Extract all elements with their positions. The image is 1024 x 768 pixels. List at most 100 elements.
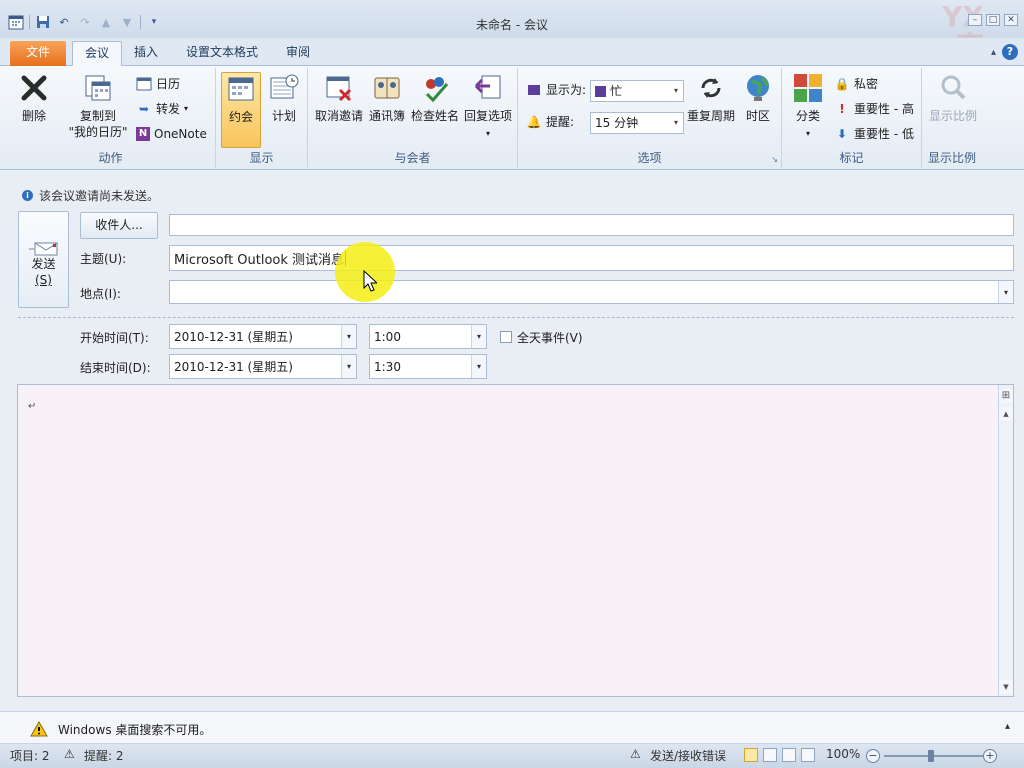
- scheduling-icon: [270, 74, 299, 99]
- scroll-down-icon[interactable]: ▼: [999, 680, 1013, 694]
- check-names-icon: [425, 77, 449, 103]
- zoom-out-button[interactable]: −: [866, 749, 880, 763]
- chevron-down-icon: ▾: [805, 129, 810, 138]
- end-date-value: 2010-12-31 (星期五): [174, 360, 293, 374]
- send-button[interactable]: 发送 (S): [18, 211, 69, 308]
- appointment-button[interactable]: 约会: [221, 72, 261, 148]
- warning-icon: [30, 721, 48, 737]
- group-attendees: 取消邀请 通讯簿 检查姓名 回复选项 ▾ 与会者: [308, 68, 518, 168]
- high-importance-button[interactable]: ! 重要性 - 高: [834, 99, 914, 119]
- tab-file[interactable]: 文件: [10, 41, 66, 66]
- message-body[interactable]: ↵ ⊞ ▲ ▼: [17, 384, 1014, 697]
- delete-button[interactable]: 删除: [12, 72, 56, 124]
- dialog-launcher-icon[interactable]: ↘: [771, 155, 778, 164]
- meeting-form: i 该会议邀请尚未发送。 发送 (S) 收件人... 主题(U): Micros…: [0, 171, 1024, 711]
- maximize-button[interactable]: □: [986, 14, 1000, 26]
- ruler-toggle-icon[interactable]: ⊞: [999, 389, 1013, 403]
- tab-review[interactable]: 审阅: [274, 41, 322, 66]
- address-book-button[interactable]: 通讯簿: [366, 72, 408, 124]
- zoom-button[interactable]: 显示比例: [926, 72, 980, 124]
- chevron-down-icon: ▾: [673, 118, 678, 127]
- reading-pane-button[interactable]: [801, 748, 815, 762]
- zoom-in-button[interactable]: +: [983, 749, 997, 763]
- divider: [18, 317, 1014, 318]
- onenote-button[interactable]: N OneNote: [136, 124, 207, 144]
- response-options-icon: [474, 75, 501, 99]
- categorize-button[interactable]: 分类 ▾: [788, 72, 828, 142]
- group-zoom: 显示比例 显示比例: [922, 68, 982, 168]
- show-as-dropdown[interactable]: 忙 ▾: [590, 80, 684, 102]
- group-label-options: 选项: [637, 151, 662, 165]
- vertical-scrollbar[interactable]: ⊞ ▲ ▼: [998, 385, 1013, 696]
- minimize-button[interactable]: –: [968, 14, 982, 26]
- exclamation-icon: !: [839, 102, 845, 116]
- chevron-down-icon[interactable]: ▾: [471, 325, 486, 348]
- normal-view-button[interactable]: [744, 748, 758, 762]
- show-as-icon: [526, 82, 542, 98]
- cancel-invitation-button[interactable]: 取消邀请: [314, 72, 364, 124]
- chevron-down-icon[interactable]: ▾: [471, 355, 486, 378]
- delete-label: 删除: [21, 109, 46, 123]
- to-field[interactable]: [169, 214, 1014, 236]
- send-envelope-icon: [29, 242, 58, 256]
- help-area: ▴ ?: [991, 44, 1018, 60]
- chevron-down-icon[interactable]: ▾: [341, 325, 356, 348]
- to-button[interactable]: 收件人...: [80, 212, 158, 239]
- status-bar: 项目: 2 ⚠ 提醒: 2 ⚠ 发送/接收错误 100% − +: [0, 744, 1024, 768]
- end-time-field[interactable]: 1:30 ▾: [369, 354, 487, 379]
- forward-button[interactable]: ➥ 转发 ▾: [136, 99, 188, 119]
- tab-format-text[interactable]: 设置文本格式: [174, 41, 270, 66]
- subject-label: 主题(U):: [80, 252, 127, 266]
- down-arrow-icon: ⬇: [836, 127, 848, 141]
- private-button[interactable]: 🔒 私密: [834, 74, 879, 94]
- categorize-icon: [794, 74, 822, 102]
- reminder-dropdown[interactable]: 15 分钟 ▾: [590, 112, 684, 134]
- zoom-slider[interactable]: [884, 755, 984, 757]
- time-zones-button[interactable]: 时区: [740, 72, 776, 124]
- reading-view-button[interactable]: [782, 748, 796, 762]
- scroll-up-icon[interactable]: ▲: [999, 407, 1013, 421]
- status-send-receive-error[interactable]: 发送/接收错误: [650, 747, 726, 764]
- subject-value: Microsoft Outlook 测试消息: [174, 252, 345, 268]
- location-field[interactable]: ▾: [169, 280, 1014, 304]
- close-button[interactable]: ✕: [1004, 14, 1018, 26]
- group-label-actions: 动作: [98, 151, 123, 165]
- status-reminders[interactable]: 提醒: 2: [84, 747, 124, 764]
- start-date-field[interactable]: 2010-12-31 (星期五) ▾: [169, 324, 357, 349]
- help-icon[interactable]: ?: [1002, 44, 1018, 60]
- start-time-field[interactable]: 1:00 ▾: [369, 324, 487, 349]
- tab-insert[interactable]: 插入: [122, 41, 170, 66]
- group-label-show: 显示: [249, 151, 274, 165]
- collapse-ribbon-icon[interactable]: ▴: [991, 47, 996, 58]
- check-names-button[interactable]: 检查姓名: [410, 72, 460, 124]
- window-controls: – □ ✕: [968, 14, 1018, 26]
- low-importance-button[interactable]: ⬇ 重要性 - 低: [834, 124, 914, 144]
- zoom-slider-thumb[interactable]: [928, 750, 934, 762]
- subject-field[interactable]: Microsoft Outlook 测试消息: [169, 245, 1014, 271]
- group-tags: 分类 ▾ 🔒 私密 ! 重要性 - 高 ⬇ 重要性 - 低 标记: [782, 68, 922, 168]
- tab-meeting[interactable]: 会议: [72, 41, 123, 66]
- zoom-level[interactable]: 100%: [826, 747, 860, 761]
- chevron-down-icon[interactable]: ▾: [998, 281, 1013, 303]
- response-options-button[interactable]: 回复选项 ▾: [462, 72, 514, 142]
- calendar-view-button[interactable]: [763, 748, 777, 762]
- info-icon: i: [22, 190, 33, 201]
- chevron-down-icon[interactable]: ▾: [341, 355, 356, 378]
- copy-label-2: "我的日历": [68, 125, 128, 139]
- scheduling-button[interactable]: 计划: [266, 72, 302, 124]
- chevron-down-icon: ▾: [184, 104, 189, 113]
- recurrence-button[interactable]: 重复周期: [686, 72, 736, 124]
- calendar-button[interactable]: 日历: [136, 74, 180, 94]
- info-bar-text: Windows 桌面搜索不可用。: [58, 723, 212, 737]
- private-label: 私密: [854, 77, 879, 91]
- all-day-checkbox[interactable]: [500, 331, 512, 343]
- lock-icon: 🔒: [834, 77, 850, 91]
- onenote-icon: N: [136, 127, 150, 141]
- collapse-infobar-icon[interactable]: ▴: [1005, 721, 1010, 732]
- calendar-icon: [136, 76, 152, 92]
- high-importance-label: 重要性 - 高: [854, 102, 914, 116]
- end-date-field[interactable]: 2010-12-31 (星期五) ▾: [169, 354, 357, 379]
- cancel-invitation-icon: [326, 76, 352, 102]
- group-label-zoom: 显示比例: [927, 151, 976, 165]
- copy-to-my-calendar-button[interactable]: 复制到 "我的日历": [62, 72, 134, 140]
